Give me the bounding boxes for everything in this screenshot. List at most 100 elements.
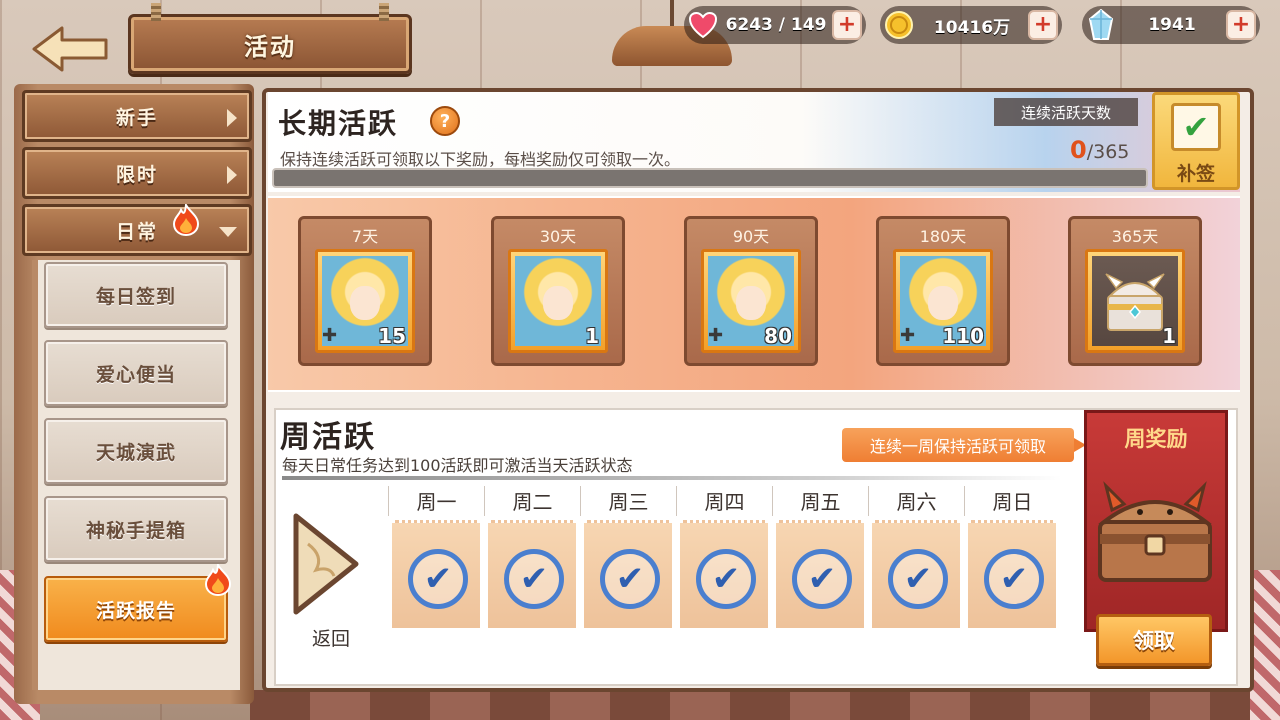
background-floor	[250, 690, 1250, 720]
sidebar-item-label: 爱心便当	[95, 363, 176, 386]
day-name: 周日	[964, 486, 1060, 516]
sidebar-tab-label: 限时	[115, 163, 158, 186]
back-arrow-icon	[32, 26, 108, 72]
reward-quantity: 15	[378, 324, 406, 348]
title-board: 活动	[128, 3, 412, 74]
day-name: 周一	[388, 486, 484, 516]
add-gems-button[interactable]: +	[1226, 10, 1256, 40]
chevron-right-icon	[227, 166, 237, 184]
sidebar-tab-daily[interactable]: 日常	[22, 204, 252, 256]
streak-label: 连续活跃天数	[994, 98, 1138, 126]
day-name: 周四	[676, 486, 772, 516]
help-icon[interactable]: ?	[430, 106, 460, 136]
calendar-check-icon: ✔	[1171, 103, 1221, 151]
add-hearts-button[interactable]: +	[832, 10, 862, 40]
currency-hearts: 6243 / 149 +	[684, 6, 866, 44]
back-button[interactable]	[28, 22, 112, 76]
check-circle-icon: ✔	[600, 549, 660, 609]
gold-coin-icon	[882, 8, 916, 42]
gems-value: 1941	[1148, 15, 1196, 35]
makeup-label: 补签	[1176, 163, 1215, 185]
reward-day: 30天	[539, 227, 577, 246]
reward-day: 365天	[1111, 227, 1159, 246]
character-card-icon: ✚ 80	[701, 249, 801, 353]
currency-gems: 1941 +	[1082, 6, 1260, 44]
weekly-reward-title: 周奖励	[1124, 427, 1188, 451]
day-column-sat: 周六 ✔	[868, 486, 964, 628]
sidebar-tab-label: 日常	[115, 220, 158, 243]
reward-quantity: 1	[585, 324, 599, 348]
sidebar-item-label: 天城演武	[95, 441, 176, 464]
play-arrow-icon[interactable]	[290, 510, 362, 618]
character-card-icon: ✚ 110	[893, 249, 993, 353]
sidebar-tab-limited[interactable]: 限时	[22, 147, 252, 199]
weekly-hint-bubble: 连续一周保持活跃可领取	[842, 428, 1086, 462]
reward-quantity: 110	[942, 324, 984, 348]
day-name: 周三	[580, 486, 676, 516]
currency-gold: 10416万 +	[880, 6, 1062, 44]
reward-slot-180-days[interactable]: 180天 ✚ 110	[876, 216, 1010, 366]
reward-quantity: 80	[764, 324, 792, 348]
day-column-sun: 周日 ✔	[964, 486, 1060, 628]
treasure-chest-icon: 1	[1085, 249, 1185, 353]
sidebar-item-love-bento[interactable]: 爱心便当	[44, 340, 228, 406]
streak-current: 0	[1070, 136, 1087, 164]
weekly-description: 每天日常任务达到100活跃即可激活当天活跃状态	[282, 456, 633, 475]
streak-total: /365	[1086, 141, 1130, 163]
flame-icon	[172, 204, 200, 236]
puzzle-piece-icon: ✚	[708, 325, 724, 346]
day-column-mon: 周一 ✔	[388, 486, 484, 628]
reward-slot-365-days[interactable]: 365天 1	[1068, 216, 1202, 366]
sidebar-item-label: 活跃报告	[95, 599, 176, 622]
reward-quantity: 1	[1162, 324, 1176, 348]
weekly-title: 周活跃	[280, 420, 376, 455]
crystal-icon	[1084, 8, 1118, 42]
character-card-icon: 1	[508, 249, 608, 353]
gold-value: 10416万	[933, 17, 1011, 38]
reward-slot-30-days[interactable]: 30天 1	[491, 216, 625, 366]
day-column-fri: 周五 ✔	[772, 486, 868, 628]
check-circle-icon: ✔	[408, 549, 468, 609]
day-column-tue: 周二 ✔	[484, 486, 580, 628]
weekly-divider	[282, 476, 1062, 480]
makeup-checkin-button[interactable]: ✔ 补签	[1152, 92, 1240, 190]
sidebar-tab-beginner[interactable]: 新手	[22, 90, 252, 142]
day-name: 周二	[484, 486, 580, 516]
flame-icon	[204, 564, 232, 596]
check-circle-icon: ✔	[696, 549, 756, 609]
chevron-right-icon	[227, 109, 237, 127]
streak-counter: 0/365	[1070, 136, 1129, 164]
reward-slot-7-days[interactable]: 7天 ✚ 15	[298, 216, 432, 366]
sidebar-item-label: 神秘手提箱	[85, 519, 186, 542]
check-circle-icon: ✔	[984, 549, 1044, 609]
day-column-wed: 周三 ✔	[580, 486, 676, 628]
long-term-description: 保持连续活跃可领取以下奖励，每档奖励仅可领取一次。	[280, 150, 681, 169]
character-card-icon: ✚ 15	[315, 249, 415, 353]
day-name: 周五	[772, 486, 868, 516]
streak-progress-bar	[272, 168, 1148, 188]
claim-weekly-reward-button[interactable]: 领取	[1096, 614, 1212, 666]
day-name: 周六	[868, 486, 964, 516]
check-circle-icon: ✔	[888, 549, 948, 609]
reward-slot-90-days[interactable]: 90天 ✚ 80	[684, 216, 818, 366]
sidebar-item-label: 每日签到	[95, 285, 176, 308]
check-circle-icon: ✔	[504, 549, 564, 609]
sidebar-tab-label: 新手	[115, 106, 158, 129]
heart-icon	[686, 8, 720, 42]
return-label[interactable]: 返回	[312, 624, 350, 651]
chevron-down-icon	[219, 227, 237, 237]
sidebar-item-mystery-suitcase[interactable]: 神秘手提箱	[44, 496, 228, 562]
day-column-thu: 周四 ✔	[676, 486, 772, 628]
sidebar-item-daily-checkin[interactable]: 每日签到	[44, 262, 228, 328]
reward-day: 7天	[351, 227, 379, 246]
puzzle-piece-icon: ✚	[900, 325, 916, 346]
puzzle-piece-icon: ✚	[322, 325, 338, 346]
treasure-chest-icon[interactable]	[1090, 476, 1220, 588]
sidebar-item-tiancheng-martial[interactable]: 天城演武	[44, 418, 228, 484]
add-gold-button[interactable]: +	[1028, 10, 1058, 40]
hearts-value: 6243 / 149	[725, 15, 827, 35]
sidebar-item-activity-report[interactable]: 活跃报告	[44, 576, 228, 642]
page-title: 活动	[244, 32, 296, 61]
check-circle-icon: ✔	[792, 549, 852, 609]
reward-day: 90天	[732, 227, 770, 246]
